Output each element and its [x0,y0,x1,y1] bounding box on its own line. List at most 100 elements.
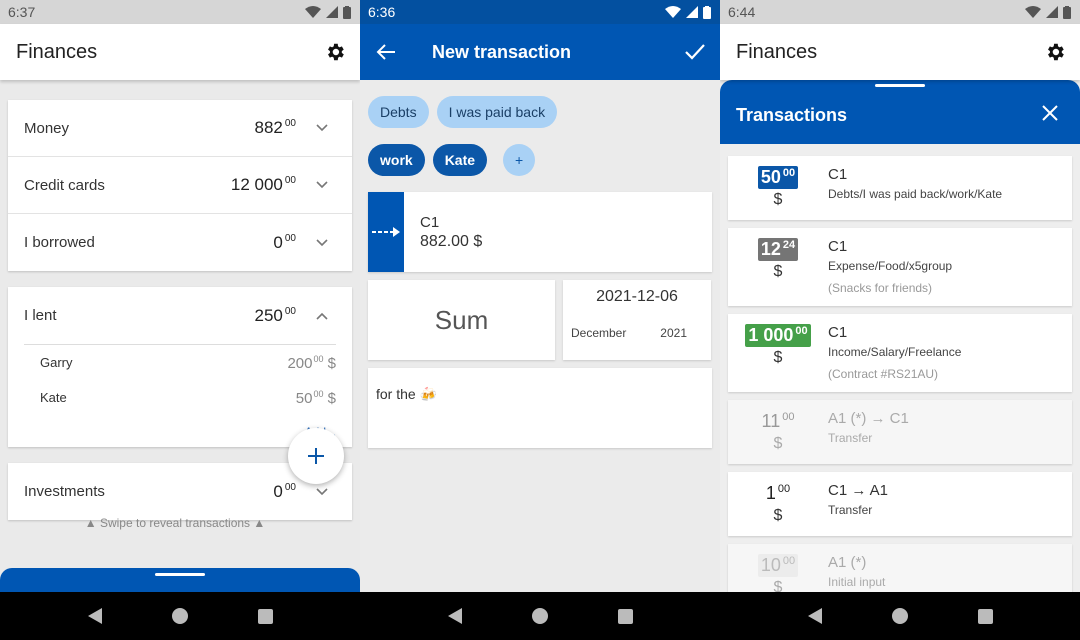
date-year: 2021 [660,326,687,340]
accounts-body: Money 882 00 Credit cards 12 000 00 I borr… [0,80,360,592]
chip-category[interactable]: Debts [368,96,429,128]
wifi-icon [665,6,681,18]
account-amount: 250 00 [254,305,297,325]
account-amount: 0 00 [273,481,296,501]
nav-segment [360,592,720,640]
status-bar: 6:44 [720,0,1080,24]
currency: $ [773,349,783,366]
recents-icon[interactable] [977,608,993,624]
amount-badge: 10 00 [757,554,799,577]
chip-tag[interactable]: work [368,144,425,176]
account-row-credit-cards[interactable]: Credit cards 12 000 00 [8,157,352,214]
table-row[interactable]: 12 24 $ C1 Expense/Food/x5group (Snacks for f… [728,228,1072,306]
date-month: December [571,326,627,340]
transaction-form: Debts I was paid back work Kate + C1 882… [360,80,720,592]
table-row[interactable]: 50 00 $ C1 Debts/I was paid back/work/Kate [728,156,1072,220]
table-row[interactable]: 1 00 $ C1 → A1 Transfer [728,472,1072,536]
battery-icon [343,5,351,19]
transaction-account: C1 [828,324,848,341]
page-title: Finances [16,40,98,63]
battery-icon [703,5,711,19]
transaction-account: A1 (*) → C1 [828,410,909,427]
recents-icon[interactable] [257,608,273,624]
amount-badge: 50 00 [757,166,799,189]
drag-handle[interactable] [155,573,205,576]
account-selector[interactable]: C1 882.00 $ [368,192,712,272]
currency: $ [773,191,783,208]
back-arrow-icon[interactable] [376,43,396,61]
battery-icon [1063,5,1071,19]
chevron-down-icon[interactable] [316,486,328,498]
account-info: C1 882.00 $ [404,192,482,272]
transaction-account: C1 → A1 [828,482,889,499]
lent-list: Garry 20000 $ Kate 5000 $ [24,344,336,415]
date-details: December 2021 [571,326,703,340]
account-label: Investments [24,483,105,500]
screen-finances-accounts: 6:37 Finances Money 882 00 Credit cards 1… [0,0,360,592]
debtor-amount: 20000 $ [287,353,336,372]
wifi-icon [1025,6,1041,18]
recents-icon[interactable] [617,608,633,624]
transaction-amount: 50 00 $ [728,166,828,220]
table-row[interactable]: 10 00 $ A1 (*) Initial input [728,544,1072,592]
account-label: I lent [24,307,57,324]
transaction-category: Income/Salary/Freelance [828,345,962,359]
transaction-note: (Contract #RS21AU) [828,367,939,381]
date-picker[interactable]: 2021-12-06 December 2021 [563,280,711,360]
list-item[interactable]: Kate 5000 $ [24,380,336,415]
debtor-amount: 5000 $ [295,388,336,407]
chip-category[interactable]: I was paid back [436,96,558,128]
transactions-sheet-handle[interactable] [0,568,360,592]
chevron-down-icon[interactable] [316,122,328,134]
add-transaction-button[interactable] [288,428,344,484]
sum-input[interactable]: Sum [368,280,555,360]
transaction-category: Debts/I was paid back/work/Kate [828,187,1003,201]
chevron-down-icon[interactable] [316,237,328,249]
dashed-arrow-icon [372,227,400,237]
add-tag-button[interactable]: + [503,144,536,176]
sheet-title: Transactions [736,105,848,125]
chip-tag[interactable]: Kate [432,144,488,176]
transaction-category: Transfer [828,503,873,517]
status-icons [305,5,351,19]
close-icon[interactable] [1042,105,1058,121]
account-amount: 12 000 00 [230,175,296,194]
home-icon[interactable] [531,608,548,624]
currency: $ [773,263,783,280]
transaction-info: C1 Income/Salary/Freelance (Contract #RS21… [828,324,1072,392]
back-icon[interactable] [447,608,462,624]
account-label: Money [24,119,70,137]
gear-icon[interactable] [1044,41,1066,63]
back-icon[interactable] [87,608,102,624]
drag-handle[interactable] [875,84,925,87]
currency: $ [773,435,783,452]
transaction-amount: 10 00 $ [728,554,828,592]
transaction-amount: 1 000 00 $ [728,324,828,392]
note-input[interactable]: for the 🍻 [368,368,712,448]
debtor-name: Garry [40,355,73,370]
home-icon[interactable] [171,608,188,624]
table-row[interactable]: 11 00 $ A1 (*) → C1 Transfer [728,400,1072,464]
app-bar: Finances [0,24,360,80]
transaction-note: (Snacks for friends) [828,281,933,295]
chevron-down-icon[interactable] [316,179,328,191]
status-time: 6:44 [728,4,756,20]
transaction-info: C1 → A1 Transfer [828,482,1072,536]
gear-icon[interactable] [324,41,346,63]
back-icon[interactable] [807,608,822,624]
account-row-money[interactable]: Money 882 00 [8,100,352,157]
status-time: 6:36 [368,4,396,20]
check-icon[interactable] [684,43,706,61]
page-title: Finances [736,40,818,63]
transaction-account: C1 [828,238,848,255]
home-icon[interactable] [891,608,908,624]
chevron-up-icon[interactable] [316,310,328,322]
account-row-i-borrowed[interactable]: I borrowed 0 00 [8,214,352,271]
screen-new-transaction: 6:36 New transaction Debts I was paid ba… [360,0,720,592]
account-row-i-lent[interactable]: I lent 250 00 [8,287,352,344]
table-row[interactable]: 1 000 00 $ C1 Income/Salary/Freelance (Contra… [728,314,1072,392]
wifi-icon [305,6,321,18]
transaction-account: C1 [828,166,848,183]
transaction-category: Transfer [828,431,873,445]
list-item[interactable]: Garry 20000 $ [24,345,336,380]
